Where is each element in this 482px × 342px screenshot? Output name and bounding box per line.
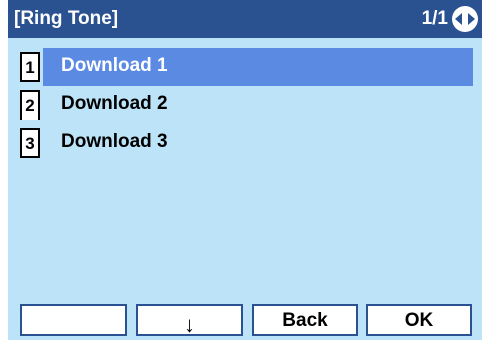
item-number-box: 1 bbox=[20, 52, 40, 82]
page-indicator: 1/1 bbox=[421, 8, 448, 29]
phone-screen: [Ring Tone] 1/1 1 Download 1 2 Download … bbox=[8, 0, 482, 340]
softkey-bar: ↓ Back OK bbox=[20, 304, 480, 338]
softkey-down[interactable]: ↓ bbox=[136, 304, 243, 336]
menu-item-label: Download 2 bbox=[61, 93, 168, 114]
menu-item-download-2[interactable]: 2 Download 2 bbox=[8, 86, 482, 124]
title-bar: [Ring Tone] 1/1 bbox=[8, 0, 482, 38]
menu-item-label: Download 3 bbox=[61, 131, 168, 152]
down-arrow-icon: ↓ bbox=[184, 312, 195, 337]
ok-button[interactable]: OK bbox=[366, 304, 472, 336]
softkey-1[interactable] bbox=[20, 304, 127, 336]
item-number-box: 3 bbox=[20, 128, 40, 158]
menu-item-download-3[interactable]: 3 Download 3 bbox=[8, 124, 482, 162]
ring-tone-menu: 1 Download 1 2 Download 2 3 Download 3 bbox=[8, 48, 482, 162]
item-number-box: 2 bbox=[20, 90, 40, 120]
menu-item-label: Download 1 bbox=[61, 55, 168, 76]
left-right-arrows-icon bbox=[452, 6, 478, 32]
back-button-label: Back bbox=[282, 310, 328, 331]
menu-item-download-1[interactable]: 1 Download 1 bbox=[8, 48, 482, 86]
ok-button-label: OK bbox=[404, 310, 434, 331]
screen-title: [Ring Tone] bbox=[14, 8, 119, 29]
back-button[interactable]: Back bbox=[252, 304, 358, 336]
